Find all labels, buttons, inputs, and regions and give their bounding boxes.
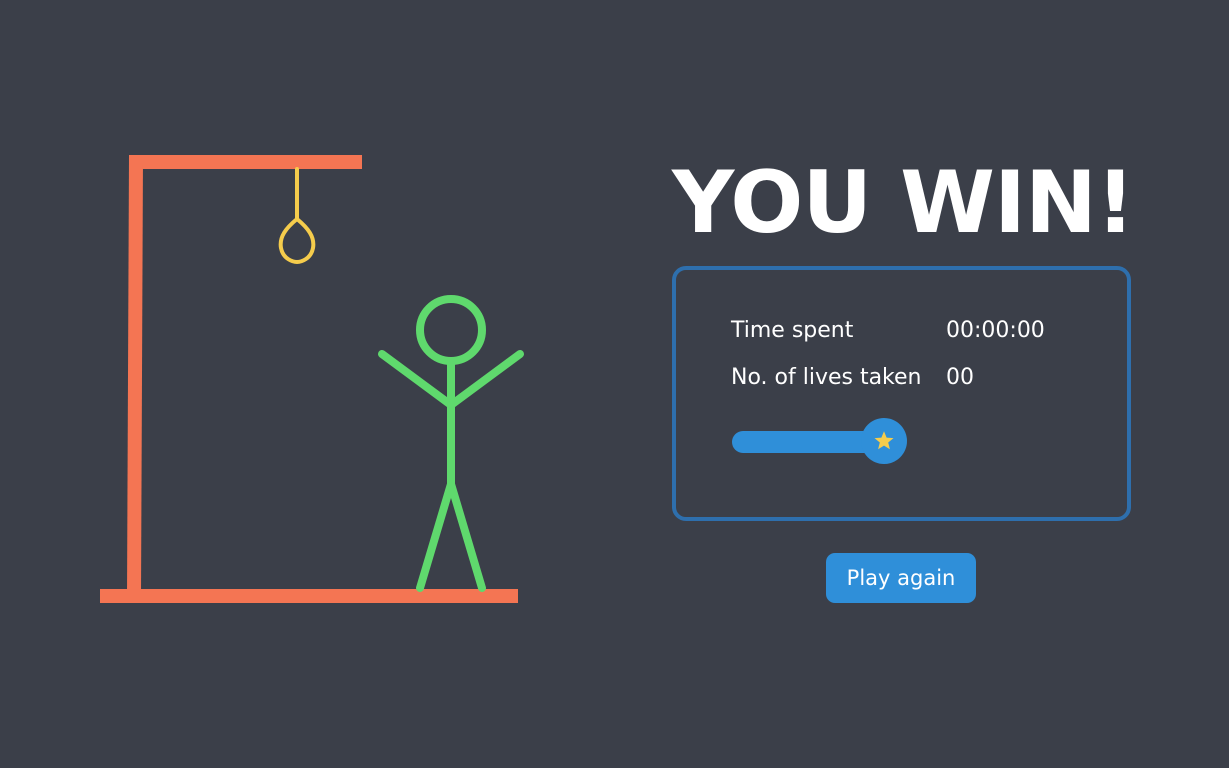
stickman [378, 295, 524, 592]
noose [278, 167, 316, 265]
rating-slider-track [732, 431, 877, 453]
time-spent-label: Time spent [731, 318, 854, 343]
stickman-left-leg [416, 480, 455, 592]
result-title: YOU WIN! [672, 153, 1135, 253]
time-spent-value: 00:00:00 [946, 318, 1045, 343]
stats-panel: Time spent 00:00:00 No. of lives taken 0… [672, 266, 1131, 521]
stickman-head [416, 295, 486, 365]
rating-slider [732, 418, 912, 470]
gallows [100, 154, 518, 603]
star-icon [874, 431, 894, 450]
play-again-button[interactable]: Play again [826, 553, 976, 603]
rating-slider-knob [861, 418, 907, 464]
noose-loop [278, 216, 316, 265]
gallows-post [127, 154, 143, 597]
stickman-right-leg [447, 480, 486, 592]
lives-taken-value: 00 [946, 365, 974, 390]
hangman-scene [100, 154, 524, 603]
lives-taken-label: No. of lives taken [731, 365, 922, 390]
